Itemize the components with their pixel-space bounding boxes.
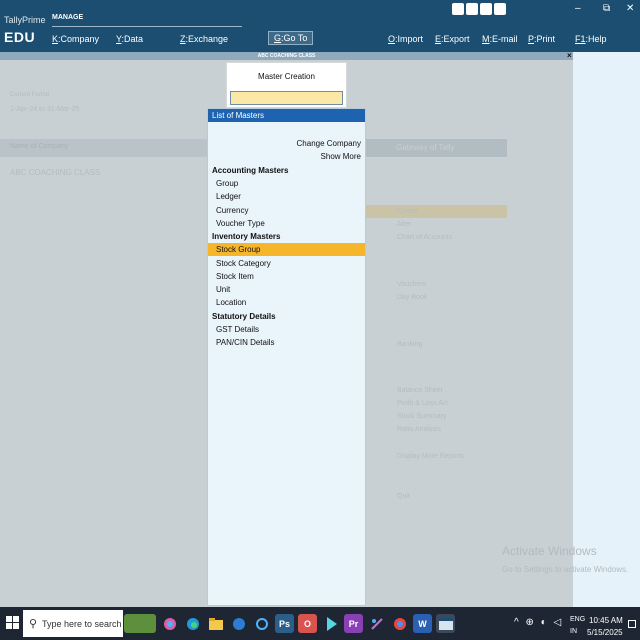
- close-panel-icon[interactable]: ×: [567, 51, 572, 60]
- language-indicator[interactable]: ENG: [570, 616, 585, 623]
- edge-dev-icon[interactable]: [229, 614, 248, 633]
- app-edition: EDU: [4, 29, 36, 45]
- taskbar-search-box[interactable]: ⚲ Type here to search: [23, 610, 123, 637]
- list-of-masters: List of Masters Change Company Show More…: [207, 108, 366, 606]
- period-label: Current Period: [10, 92, 50, 98]
- clock-date[interactable]: 5/15/2025: [587, 628, 623, 637]
- master-item-gst-details[interactable]: GST Details: [208, 323, 365, 336]
- gateway-item[interactable]: Banking: [397, 341, 422, 348]
- menu-export[interactable]: E:Export: [435, 34, 470, 44]
- app-name: TallyPrime: [4, 15, 46, 25]
- region-indicator[interactable]: IN: [570, 628, 577, 635]
- change-company-link[interactable]: Change Company: [297, 139, 361, 148]
- master-item-unit[interactable]: Unit: [208, 283, 365, 296]
- gateway-item[interactable]: Vouchers: [397, 281, 426, 288]
- show-more-link[interactable]: Show More: [321, 152, 361, 161]
- menu-company[interactable]: K:Company: [52, 34, 99, 44]
- company-header: Name of Company: [10, 143, 69, 150]
- master-item-currency[interactable]: Currency: [208, 204, 365, 217]
- photoshop-icon[interactable]: Ps: [275, 614, 294, 633]
- menu-goto[interactable]: G:Go To: [268, 31, 314, 45]
- gateway-item[interactable]: Profit & Loss A/c: [397, 400, 448, 407]
- menu-email[interactable]: M:E-mail: [482, 34, 518, 44]
- premiere-icon[interactable]: Pr: [344, 614, 363, 633]
- right-button-panel: [573, 52, 640, 607]
- toolbar-icons: [452, 3, 510, 17]
- clock-time[interactable]: 10:45 AM: [589, 616, 623, 625]
- menu-data[interactable]: Y:Data: [116, 34, 143, 44]
- edge-icon[interactable]: [183, 614, 202, 633]
- weather-icon[interactable]: [124, 614, 156, 633]
- gateway-item[interactable]: Alter: [397, 221, 411, 228]
- master-item-stock-category[interactable]: Stock Category: [208, 257, 365, 270]
- gateway-selected-row: [366, 205, 507, 218]
- master-creation-title: Master Creation: [258, 72, 315, 81]
- gateway-item[interactable]: Create: [397, 208, 418, 215]
- search-icon: ⚲: [29, 618, 38, 630]
- accounting-masters-heading: Accounting Masters: [212, 166, 289, 175]
- manage-divider: [52, 26, 242, 27]
- master-creation-panel: Master Creation: [226, 62, 347, 108]
- arrow-app-icon[interactable]: [321, 614, 340, 633]
- system-tray-icons[interactable]: ^ ⊕ ◐ ◁: [514, 617, 563, 628]
- manage-label: MANAGE: [52, 14, 84, 21]
- file-explorer-icon[interactable]: [206, 614, 225, 633]
- menu-print[interactable]: P:Print: [528, 34, 555, 44]
- period-value: 1-Apr-24 to 31-Mar-25: [10, 106, 80, 113]
- menu-import[interactable]: O:Import: [388, 34, 423, 44]
- windows-taskbar: ⚲ Type here to search Ps O Pr W ^ ⊕ ◐ ◁ …: [0, 607, 640, 640]
- gateway-item[interactable]: Balance Sheet: [397, 387, 443, 394]
- close-button[interactable]: ✕: [626, 3, 634, 14]
- gateway-item[interactable]: Quit: [397, 493, 410, 500]
- activate-windows-subtitle: Go to Settings to activate Windows.: [502, 565, 629, 574]
- title-bar: TallyPrime EDU MANAGE K:Company Y:Data Z…: [0, 0, 640, 52]
- statutory-details-heading: Statutory Details: [212, 312, 276, 321]
- notification-icon[interactable]: [628, 620, 636, 628]
- word-icon[interactable]: W: [413, 614, 432, 633]
- master-item-ledger[interactable]: Ledger: [208, 190, 365, 203]
- document-icon[interactable]: [466, 3, 478, 15]
- gateway-item[interactable]: Stock Summary: [397, 413, 446, 420]
- list-of-masters-title: List of Masters: [208, 109, 365, 122]
- gateway-item[interactable]: Ratio Analysis: [397, 426, 441, 433]
- restore-button[interactable]: ⧉: [603, 3, 610, 14]
- master-item-location[interactable]: Location: [208, 296, 365, 309]
- master-item-pan-cin-details[interactable]: PAN/CIN Details: [208, 336, 365, 349]
- media-app-icon[interactable]: O: [298, 614, 317, 633]
- screenshot-icon[interactable]: [452, 3, 464, 15]
- taskbar-search-placeholder: Type here to search: [42, 619, 122, 629]
- gateway-item[interactable]: Day Book: [397, 294, 427, 301]
- minimize-button[interactable]: –: [575, 3, 581, 14]
- master-item-group[interactable]: Group: [208, 177, 365, 190]
- master-item-stock-group[interactable]: Stock Group: [208, 243, 365, 256]
- gateway-item[interactable]: Display More Reports: [397, 453, 464, 460]
- tally-app-icon[interactable]: [436, 614, 455, 633]
- company-strip: ABC COACHING CLASS: [0, 52, 573, 60]
- copilot-icon[interactable]: [160, 614, 179, 633]
- menu-help[interactable]: F1:Help: [575, 34, 607, 44]
- master-item-voucher-type[interactable]: Voucher Type: [208, 217, 365, 230]
- master-item-stock-item[interactable]: Stock Item: [208, 270, 365, 283]
- gateway-item[interactable]: Chart of Accounts: [397, 234, 452, 241]
- file-icon[interactable]: [480, 3, 492, 15]
- sync-icon[interactable]: [252, 614, 271, 633]
- settings-icon[interactable]: [494, 3, 506, 15]
- snip-icon[interactable]: [367, 614, 386, 633]
- chrome-icon[interactable]: [390, 614, 409, 633]
- gateway-header: Gateway of Tally: [366, 139, 507, 157]
- master-search-input[interactable]: [230, 91, 343, 105]
- windows-start-icon[interactable]: [6, 616, 20, 630]
- activate-windows-title: Activate Windows: [502, 544, 597, 558]
- company-name: ABC COACHING CLASS: [10, 168, 101, 177]
- inventory-masters-heading: Inventory Masters: [212, 232, 281, 241]
- menu-exchange[interactable]: Z:Exchange: [180, 34, 228, 44]
- taskbar-apps: Ps O Pr W: [124, 610, 455, 637]
